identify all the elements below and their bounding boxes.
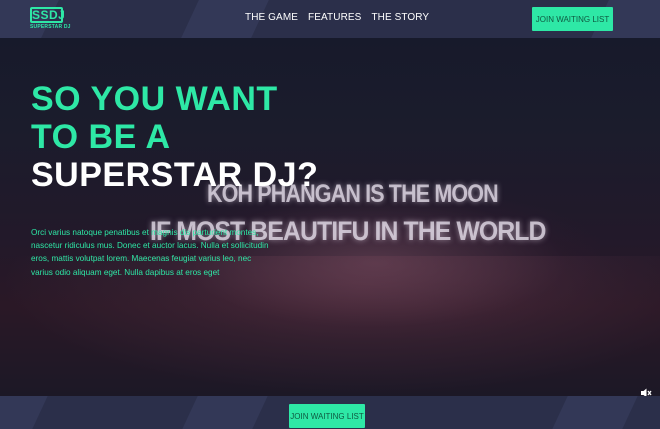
top-navigation-bar: SSDJ SUPERSTAR DJ THE GAME FEATURES THE … bbox=[0, 0, 660, 38]
main-nav: THE GAME FEATURES THE STORY bbox=[245, 12, 429, 23]
nav-link-the-story[interactable]: THE STORY bbox=[371, 12, 429, 23]
bottom-cta-bar: JOIN WAITING LIST bbox=[0, 396, 660, 429]
bar-stripe bbox=[182, 396, 268, 429]
join-waiting-list-button[interactable]: JOIN WAITING LIST bbox=[532, 7, 613, 31]
headline-line2: TO BE A bbox=[31, 118, 171, 156]
logo-text: SSDJ bbox=[30, 7, 66, 23]
join-waiting-list-button-bottom[interactable]: JOIN WAITING LIST bbox=[289, 404, 365, 428]
bar-stripe bbox=[0, 396, 48, 429]
hero-description: Orci varius natoque penatibus et magnis … bbox=[31, 228, 269, 277]
nav-link-the-game[interactable]: THE GAME bbox=[245, 12, 298, 23]
hero-headline: SO YOU WANT TO BE A SUPERSTAR DJ? bbox=[31, 80, 331, 194]
headline-line3: SUPERSTAR DJ? bbox=[31, 156, 319, 194]
nav-link-features[interactable]: FEATURES bbox=[308, 12, 361, 23]
logo-subtitle: SUPERSTAR DJ bbox=[30, 24, 71, 30]
headline-line1: SO YOU WANT bbox=[31, 80, 278, 118]
ssdj-logo[interactable]: SSDJ SUPERSTAR DJ bbox=[30, 7, 71, 31]
bar-stripe bbox=[552, 396, 638, 429]
